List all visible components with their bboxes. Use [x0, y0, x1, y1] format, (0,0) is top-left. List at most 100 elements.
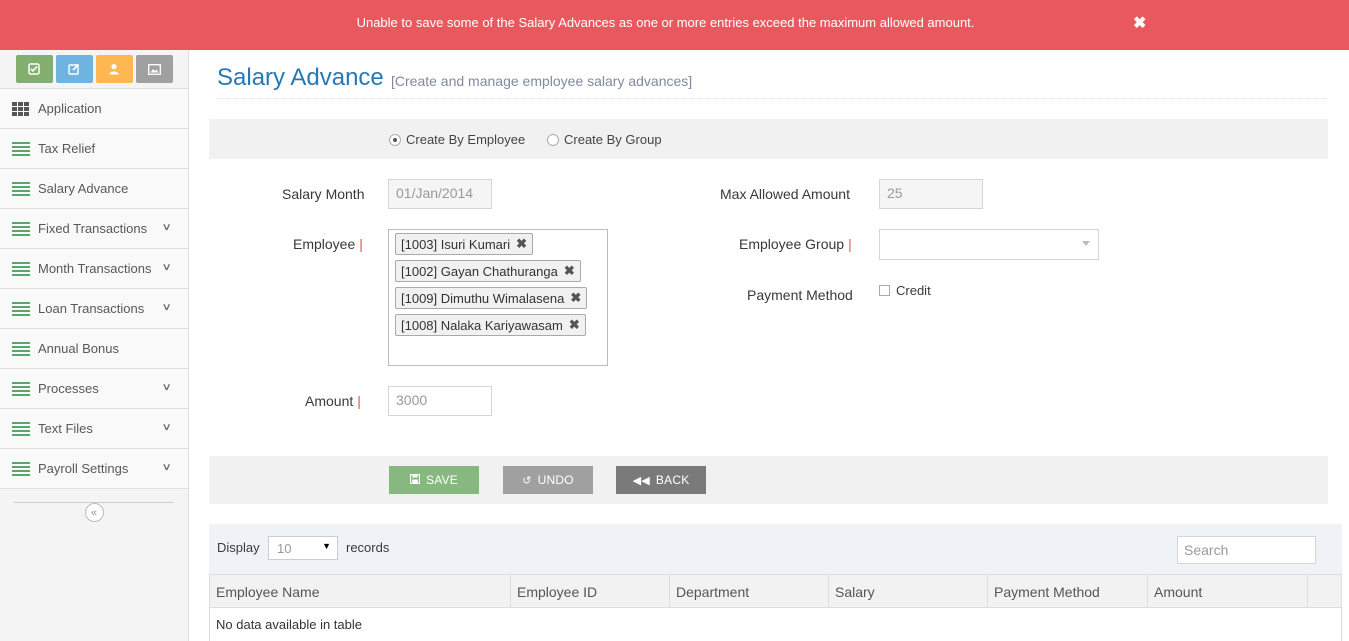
employee-tag-label: [1009] Dimuthu Wimalasena: [401, 290, 565, 306]
table-empty-row: No data available in table: [209, 608, 1342, 641]
employee-tag: [1009] Dimuthu Wimalasena ✖: [395, 287, 588, 309]
remove-icon[interactable]: ✖: [564, 263, 575, 279]
employee-tag-label: [1003] Isuri Kumari: [401, 236, 511, 252]
sidebar-item-label: Salary Advance: [38, 181, 129, 196]
list-icon: [12, 141, 30, 156]
salary-month-field[interactable]: 01/Jan/2014: [388, 179, 492, 209]
undo-icon: ↺: [522, 474, 532, 487]
sidebar-item-fixed-transactions[interactable]: Fixed Transactions ∨: [0, 209, 188, 249]
max-allowed-amount-field: 25: [879, 179, 983, 209]
amount-label: Amount |: [305, 393, 361, 409]
list-icon: [12, 421, 30, 436]
radio-label: Create By Group: [564, 132, 662, 147]
employee-label-text: Employee: [293, 236, 356, 252]
undo-label: UNDO: [537, 473, 574, 487]
employee-tag-label: [1002] Gayan Chathuranga: [401, 263, 558, 279]
employee-tag: [1002] Gayan Chathuranga ✖: [395, 260, 581, 282]
remove-icon[interactable]: ✖: [516, 236, 527, 252]
sidebar-item-month-transactions[interactable]: Month Transactions ∨: [0, 249, 188, 289]
employee-group-label: Employee Group |: [739, 236, 852, 252]
chevron-down-icon: ∨: [161, 462, 172, 473]
user-icon[interactable]: [95, 55, 133, 83]
back-label: BACK: [655, 473, 690, 487]
double-chevron-left-icon[interactable]: «: [84, 503, 104, 522]
employee-tag: [1003] Isuri Kumari ✖: [395, 233, 534, 255]
sidebar-item-payroll-settings[interactable]: Payroll Settings ∨: [0, 449, 188, 489]
sidebar-item-label: Loan Transactions: [38, 301, 145, 316]
radio-create-by-group[interactable]: Create By Group: [547, 132, 662, 147]
edit-icon[interactable]: [55, 55, 93, 83]
employee-group-label-text: Employee Group: [739, 236, 845, 252]
page-size-value: 10: [277, 541, 292, 556]
sidebar-item-label: Application: [38, 101, 102, 116]
undo-button[interactable]: ↺ UNDO: [503, 466, 593, 494]
max-allowed-amount-label: Max Allowed Amount: [720, 186, 850, 202]
list-icon: [12, 221, 30, 236]
backward-icon: ◀◀: [632, 474, 650, 487]
sidebar-item-text-files[interactable]: Text Files ∨: [0, 409, 188, 449]
error-alert: Unable to save some of the Salary Advanc…: [0, 0, 1349, 50]
back-button[interactable]: ◀◀ BACK: [616, 466, 706, 494]
required-mark: |: [359, 236, 363, 252]
chevron-down-icon: ∨: [161, 382, 172, 393]
sidebar-item-loan-transactions[interactable]: Loan Transactions ∨: [0, 289, 188, 329]
column-department[interactable]: Department: [670, 575, 829, 607]
sidebar-item-salary-advance[interactable]: Salary Advance: [0, 169, 188, 209]
records-label: records: [346, 540, 390, 555]
close-icon[interactable]: ✖: [1133, 13, 1146, 33]
amount-label-text: Amount: [305, 393, 354, 409]
column-amount[interactable]: Amount: [1148, 575, 1308, 607]
sidebar-item-application[interactable]: Application: [0, 89, 188, 129]
list-icon: [12, 461, 30, 476]
remove-icon[interactable]: ✖: [570, 290, 581, 306]
page-size-select[interactable]: 10 ▼: [268, 536, 338, 560]
amount-field[interactable]: 3000: [388, 386, 492, 416]
list-icon: [12, 261, 30, 276]
table-header: Employee Name Employee ID Department Sal…: [209, 574, 1342, 608]
search-input[interactable]: Search: [1177, 536, 1316, 564]
remove-icon[interactable]: ✖: [569, 317, 580, 333]
required-mark: |: [357, 393, 361, 409]
payment-method-label: Payment Method: [747, 287, 853, 303]
checkbox-icon[interactable]: [879, 285, 890, 296]
radio-checked-icon[interactable]: [389, 133, 401, 146]
save-button[interactable]: SAVE: [389, 466, 479, 494]
sidebar-shortcuts: [0, 50, 188, 89]
save-label: SAVE: [426, 473, 458, 487]
radio-label: Create By Employee: [406, 132, 526, 147]
grid-icon: [12, 101, 30, 116]
picture-icon[interactable]: [135, 55, 173, 83]
chevron-down-icon: ∨: [161, 222, 172, 233]
radio-unchecked-icon[interactable]: [547, 133, 559, 146]
sidebar-item-label: Fixed Transactions: [38, 221, 148, 236]
page-title: Salary Advance: [217, 64, 384, 91]
column-payment-method[interactable]: Payment Method: [988, 575, 1148, 607]
sidebar-item-label: Month Transactions: [38, 261, 152, 276]
column-employee-id[interactable]: Employee ID: [511, 575, 670, 607]
sidebar-item-label: Text Files: [38, 421, 93, 436]
floppy-icon: [409, 473, 421, 487]
action-bar: SAVE ↺ UNDO ◀◀ BACK: [209, 456, 1328, 504]
sidebar-item-label: Payroll Settings: [38, 461, 129, 476]
sidebar-item-annual-bonus[interactable]: Annual Bonus: [0, 329, 188, 369]
column-employee-name[interactable]: Employee Name: [209, 575, 511, 607]
employee-tag-label: [1008] Nalaka Kariyawasam: [401, 317, 563, 333]
chevron-down-icon: ∨: [161, 422, 172, 433]
column-salary[interactable]: Salary: [829, 575, 988, 607]
list-icon: [12, 301, 30, 316]
display-label: Display: [217, 540, 260, 555]
radio-create-by-employee[interactable]: Create By Employee: [389, 132, 525, 147]
sidebar-item-label: Tax Relief: [38, 141, 96, 156]
employee-label: Employee |: [293, 236, 363, 252]
salary-advance-table-panel: Display 10 ▼ records Search Employee Nam…: [209, 524, 1342, 641]
credit-label: Credit: [896, 283, 931, 298]
employee-multiselect[interactable]: [1003] Isuri Kumari ✖ [1002] Gayan Chathu…: [388, 229, 608, 366]
employee-group-select[interactable]: [879, 229, 1099, 260]
chevron-down-icon: ∨: [161, 262, 172, 273]
alert-message: Unable to save some of the Salary Advanc…: [356, 15, 975, 30]
sidebar-item-label: Processes: [38, 381, 99, 396]
sidebar-item-processes[interactable]: Processes ∨: [0, 369, 188, 409]
sidebar-item-tax-relief[interactable]: Tax Relief: [0, 129, 188, 169]
credit-checkbox[interactable]: Credit: [879, 283, 931, 298]
check-square-icon[interactable]: [15, 55, 53, 83]
